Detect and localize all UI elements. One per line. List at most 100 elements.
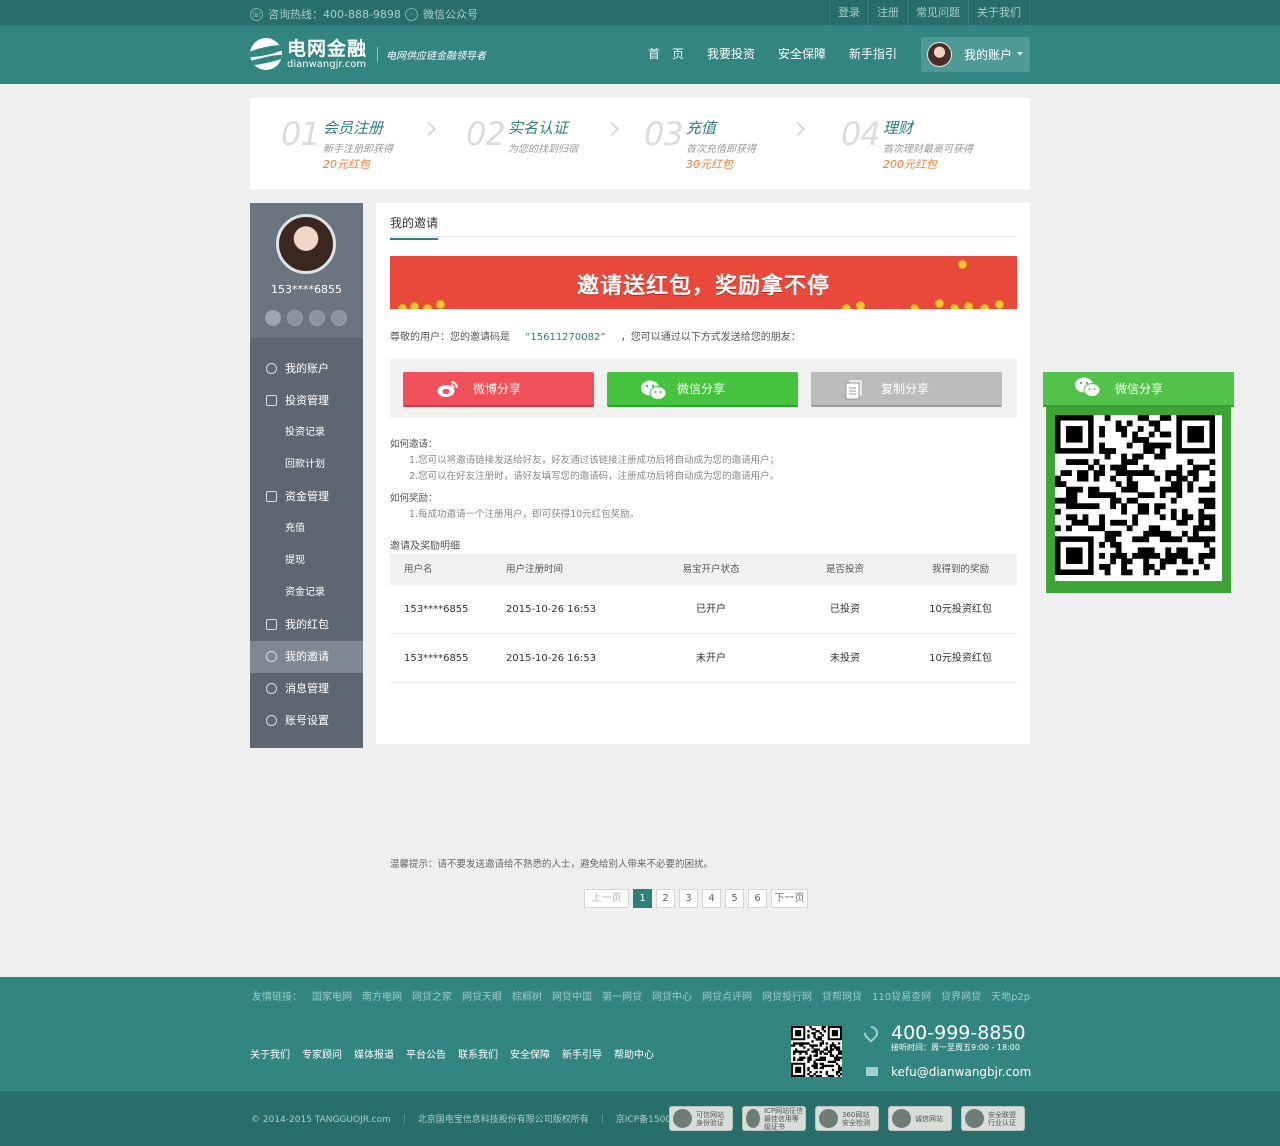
identity-icon[interactable] bbox=[265, 310, 281, 326]
security-alliance-icon bbox=[965, 1109, 984, 1128]
cell-invested: 已投资 bbox=[830, 604, 860, 615]
account-dropdown[interactable]: 我的账户 bbox=[921, 37, 1030, 72]
faq-link[interactable]: 常见问题 bbox=[907, 0, 968, 25]
sidebar-item-account[interactable]: 我的账户 bbox=[250, 353, 363, 385]
email-icon[interactable] bbox=[287, 310, 303, 326]
sidebar-item-fund-records[interactable]: 资金记录 bbox=[250, 577, 363, 609]
weibo-share-button[interactable]: 微博分享 bbox=[403, 372, 594, 407]
invite-table: 用户名 用户注册时间 易宝开户状态 是否投资 我得到的奖励 153****685… bbox=[390, 554, 1017, 683]
nav-home[interactable]: 首 页 bbox=[638, 25, 694, 84]
wechat-official[interactable]: ◦ 微信公众号 bbox=[405, 6, 478, 22]
cert-line: 360网站 bbox=[842, 1110, 870, 1119]
next-page-button[interactable]: 下一页 bbox=[771, 889, 808, 908]
cert-badge[interactable]: 360网站 安全检测 bbox=[815, 1106, 879, 1131]
cert-line: 身份验证 bbox=[696, 1118, 724, 1127]
document-icon bbox=[266, 395, 277, 406]
sidebar-item-redpackets[interactable]: 我的红包 bbox=[250, 609, 363, 641]
logo-en: dianwangjr.com bbox=[287, 58, 367, 70]
cert-badge[interactable]: 诚信网站 bbox=[888, 1106, 952, 1131]
page-button[interactable]: 3 bbox=[679, 889, 698, 908]
friend-link[interactable]: 贷帮网贷 bbox=[822, 988, 862, 1003]
friend-link[interactable]: 网贷天眼 bbox=[462, 988, 502, 1003]
cell-account-status: 已开户 bbox=[696, 604, 726, 615]
weibo-icon bbox=[437, 380, 459, 398]
footer-link[interactable]: 平台公告 bbox=[406, 1046, 446, 1061]
prev-page-button[interactable]: 上一页 bbox=[584, 889, 629, 908]
warm-tip: 温馨提示：请不要发送邀请给不熟悉的人士，避免给别人带来不必要的困扰。 bbox=[390, 859, 714, 870]
cert-badge[interactable]: ICP网站征信 最佳信用等级证书 bbox=[742, 1106, 806, 1131]
sidebar-item-label: 消息管理 bbox=[285, 682, 329, 695]
avatar[interactable] bbox=[276, 214, 336, 274]
cert-line: 最佳信用等级证书 bbox=[763, 1114, 799, 1131]
account-label: 我的账户 bbox=[964, 48, 1013, 62]
footer-link[interactable]: 专家顾问 bbox=[302, 1046, 342, 1061]
friend-link[interactable]: 网贷投行网 bbox=[762, 988, 812, 1003]
sidebar-item-messages[interactable]: 消息管理 bbox=[250, 673, 363, 705]
friend-link[interactable]: 第一网贷 bbox=[602, 988, 642, 1003]
page-button[interactable]: 4 bbox=[702, 889, 721, 908]
nav-invest[interactable]: 我要投资 bbox=[697, 25, 765, 84]
cert-line: 安全检测 bbox=[842, 1118, 870, 1127]
footer-link[interactable]: 帮助中心 bbox=[614, 1046, 654, 1061]
qr-frame bbox=[1046, 407, 1231, 593]
sidebar-item-recharge[interactable]: 充值 bbox=[250, 513, 363, 545]
footer-qr-code-icon bbox=[791, 1026, 843, 1078]
wechat-share-header[interactable]: 微信分享 bbox=[1043, 372, 1234, 407]
sidebar-item-label: 资金记录 bbox=[285, 587, 325, 598]
copy-share-button[interactable]: 复制分享 bbox=[811, 372, 1002, 407]
sidebar: 153****6855 我的账户 投资管理 投资记录 回款计划 资金管理 充值 … bbox=[250, 203, 363, 748]
footer-link[interactable]: 联系我们 bbox=[458, 1046, 498, 1061]
register-link[interactable]: 注册 bbox=[868, 0, 907, 25]
footer-bottom: © 2014-2015 TANGGUOJR.com ｜ 北京国电宝信息科技股份有… bbox=[0, 1091, 1280, 1146]
friend-link[interactable]: 网贷之家 bbox=[412, 988, 452, 1003]
friend-link[interactable]: 网贷中国 bbox=[552, 988, 592, 1003]
friend-link[interactable]: 110贷易查网 bbox=[872, 988, 931, 1003]
sidebar-item-settings[interactable]: 账号设置 bbox=[250, 705, 363, 737]
intro-prefix: 尊敬的用户：您的邀请码是 bbox=[390, 332, 510, 343]
sidebar-item-withdraw[interactable]: 提现 bbox=[250, 545, 363, 577]
mobile-icon[interactable] bbox=[309, 310, 325, 326]
page-button[interactable]: 5 bbox=[725, 889, 744, 908]
sidebar-item-invest-manage[interactable]: 投资管理 bbox=[250, 385, 363, 417]
sidebar-item-invite[interactable]: 我的邀请 bbox=[250, 641, 363, 673]
step-title: 充值 bbox=[686, 119, 717, 137]
nav-security[interactable]: 安全保障 bbox=[768, 25, 836, 84]
user-icon bbox=[266, 363, 277, 374]
page-button[interactable]: 2 bbox=[656, 889, 675, 908]
wechat-share-button[interactable]: 微信分享 bbox=[607, 372, 798, 407]
service-email[interactable]: kefu@dianwangbjr.com bbox=[891, 1065, 1031, 1079]
friend-link[interactable]: 南方电网 bbox=[362, 988, 402, 1003]
service-phone: 400-999-8850 bbox=[891, 1022, 1026, 1044]
friend-link[interactable]: 贷界网贷 bbox=[941, 988, 981, 1003]
footer-link[interactable]: 媒体报道 bbox=[354, 1046, 394, 1061]
friend-link[interactable]: 网贷中心 bbox=[652, 988, 692, 1003]
coin-decoration bbox=[423, 304, 432, 309]
sidebar-item-funds[interactable]: 资金管理 bbox=[250, 481, 363, 513]
friend-link[interactable]: 天地p2p bbox=[991, 988, 1030, 1003]
coin-decoration bbox=[995, 300, 1004, 309]
logo[interactable]: 电网金融 dianwangjr.com 电网供应链金融领导者 bbox=[250, 38, 486, 70]
page-button[interactable]: 1 bbox=[633, 889, 652, 908]
cert-badge[interactable]: 安全联盟 行业认证 bbox=[961, 1106, 1025, 1131]
bankcard-icon[interactable] bbox=[331, 310, 347, 326]
step-number: 01 bbox=[281, 115, 321, 153]
nav-guide[interactable]: 新手指引 bbox=[839, 25, 907, 84]
wechat-icon bbox=[1075, 377, 1101, 400]
footer-link[interactable]: 新手引导 bbox=[562, 1046, 602, 1061]
sidebar-item-repayment-plan[interactable]: 回款计划 bbox=[250, 449, 363, 481]
page-button[interactable]: 6 bbox=[748, 889, 767, 908]
gear-icon bbox=[266, 715, 277, 726]
friend-link[interactable]: 网贷点评网 bbox=[702, 988, 752, 1003]
friend-links-label: 友情链接： bbox=[252, 992, 302, 1003]
coin-decoration bbox=[950, 304, 959, 309]
step-desc: 为您的找到归宿 bbox=[508, 144, 578, 155]
footer-link[interactable]: 安全保障 bbox=[510, 1046, 550, 1061]
column-header: 用户注册时间 bbox=[506, 564, 564, 575]
login-link[interactable]: 登录 bbox=[829, 0, 868, 25]
sidebar-item-invest-records[interactable]: 投资记录 bbox=[250, 417, 363, 449]
friend-link[interactable]: 国家电网 bbox=[312, 988, 352, 1003]
footer-link[interactable]: 关于我们 bbox=[250, 1046, 290, 1061]
about-link[interactable]: 关于我们 bbox=[968, 0, 1030, 25]
cert-badge[interactable]: 可信网站 身份验证 bbox=[669, 1106, 733, 1131]
friend-link[interactable]: 棕榈树 bbox=[512, 988, 542, 1003]
